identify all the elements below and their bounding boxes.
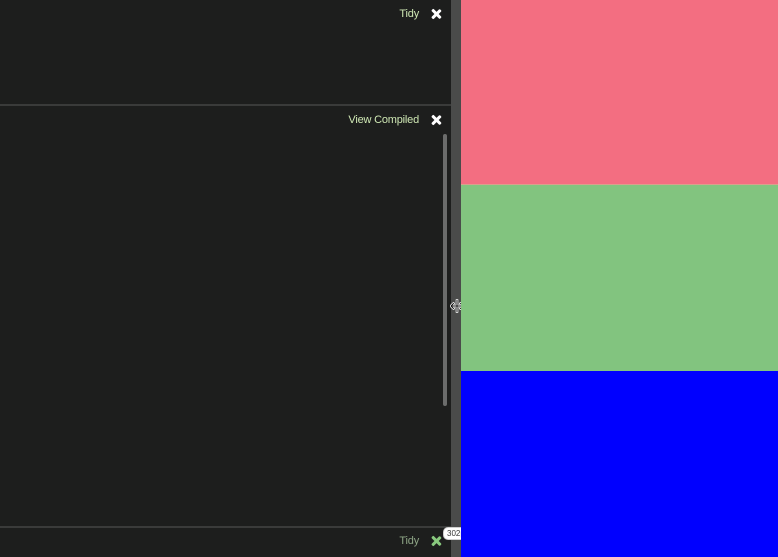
close-icon[interactable] [431, 9, 441, 19]
pink-block [461, 0, 778, 184]
close-icon[interactable] [431, 536, 441, 546]
js-editor-pane[interactable]: Tidy [0, 528, 451, 557]
blue-block [461, 371, 778, 557]
css-editor-pane[interactable]: View Compiled [0, 106, 451, 526]
column-splitter[interactable] [451, 0, 461, 557]
view-compiled-button[interactable]: View Compiled [348, 114, 419, 126]
pane-header: Tidy [399, 535, 441, 547]
tidy-button[interactable]: Tidy [399, 535, 419, 547]
green-block [461, 184, 778, 371]
pane-header: View Compiled [348, 114, 441, 126]
result-preview [461, 0, 778, 557]
tidy-button[interactable]: Tidy [399, 8, 419, 20]
vertical-scrollbar[interactable] [443, 134, 447, 406]
pane-header: Tidy [399, 8, 441, 20]
editor-column: Tidy View Compiled Tidy [0, 0, 451, 557]
close-icon[interactable] [431, 115, 441, 125]
html-editor-pane[interactable]: Tidy [0, 0, 451, 104]
